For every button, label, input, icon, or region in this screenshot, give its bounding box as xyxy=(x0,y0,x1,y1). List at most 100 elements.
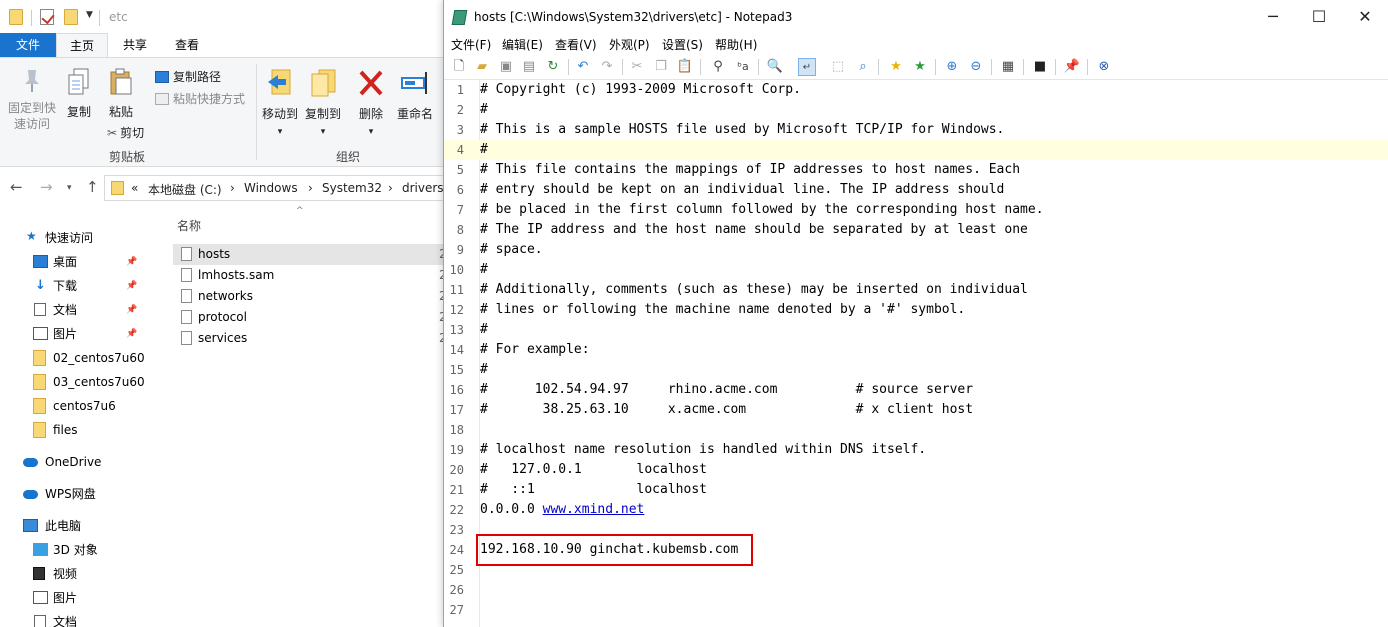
nav-documents-pc[interactable]: 文档 xyxy=(0,611,155,627)
editor-line[interactable]: 10 # xyxy=(444,260,1388,280)
minimize-button[interactable]: ─ xyxy=(1250,0,1296,34)
add-favorite-icon[interactable]: ★ xyxy=(911,58,929,76)
recent-locations-chevron-icon[interactable]: ▾ xyxy=(67,183,72,193)
editor-line[interactable]: 8 # The IP address and the host name shou… xyxy=(444,220,1388,240)
breadcrumb-separator-icon[interactable]: › xyxy=(230,181,235,195)
favorites-icon[interactable]: ★ xyxy=(887,58,905,76)
editor-line[interactable]: 12 # lines or following the machine name … xyxy=(444,300,1388,320)
editor-line[interactable]: 16 # 102.54.94.97 rhino.acme.com # source… xyxy=(444,380,1388,400)
nav-this-pc[interactable]: 此电脑 xyxy=(0,515,155,537)
nav-folder-03-centos[interactable]: 03_centos7u60 xyxy=(0,371,155,393)
find-icon[interactable]: ⚲ xyxy=(709,58,727,76)
file-row-protocol[interactable]: protocol 2 xyxy=(173,307,445,328)
nav-pictures-pc[interactable]: 图片 xyxy=(0,587,155,609)
block-select-icon[interactable]: ⬚ xyxy=(829,58,847,76)
editor-line[interactable]: 27 xyxy=(444,600,1388,620)
editor-line[interactable]: 7 # be placed in the first column followe… xyxy=(444,200,1388,220)
editor-line[interactable]: 4 # xyxy=(444,140,1388,160)
menu-help[interactable]: 帮助(H) xyxy=(715,36,757,53)
nav-documents[interactable]: 文档 📌 xyxy=(0,299,155,321)
menu-appearance[interactable]: 外观(P) xyxy=(609,36,650,53)
maximize-button[interactable]: ☐ xyxy=(1296,0,1342,34)
cut-icon[interactable]: ✂ xyxy=(628,58,646,76)
delete-button[interactable]: 删除 ▾ xyxy=(353,68,389,140)
editor-line[interactable]: 26 xyxy=(444,580,1388,600)
new-file-icon[interactable]: 🗋 xyxy=(450,58,468,76)
paste-shortcut-button[interactable]: 粘贴快捷方式 xyxy=(155,90,245,107)
copy-to-button[interactable]: 复制到 ▾ xyxy=(302,68,344,140)
editor-line[interactable]: 11 # Additionally, comments (such as thes… xyxy=(444,280,1388,300)
editor-line[interactable]: 9 # space. xyxy=(444,240,1388,260)
back-arrow-icon[interactable]: ← xyxy=(10,178,23,196)
properties-icon[interactable] xyxy=(40,9,54,25)
breadcrumb-local-disk[interactable]: 本地磁盘 (C:) xyxy=(148,181,222,198)
redo-icon[interactable]: ↷ xyxy=(598,58,616,76)
menu-edit[interactable]: 编辑(E) xyxy=(502,36,543,53)
editor-line[interactable]: 21 # ::1 localhost xyxy=(444,480,1388,500)
breadcrumb-drivers[interactable]: drivers xyxy=(402,181,444,195)
nav-wps-cloud[interactable]: WPS网盘 xyxy=(0,483,155,505)
text-editor[interactable]: 1 # Copyright (c) 1993-2009 Microsoft Cor… xyxy=(444,80,1388,627)
pin-icon[interactable]: 📌 xyxy=(126,323,137,345)
editor-line[interactable]: 14 # For example: xyxy=(444,340,1388,360)
chevron-down-icon[interactable]: ▼ xyxy=(86,10,93,20)
paste-button[interactable]: 粘贴 xyxy=(103,68,139,120)
editor-line[interactable]: 18 xyxy=(444,420,1388,440)
nav-desktop[interactable]: 桌面 📌 xyxy=(0,251,155,273)
undo-icon[interactable]: ↶ xyxy=(574,58,592,76)
nav-videos[interactable]: 视频 xyxy=(0,563,155,585)
file-row-hosts[interactable]: hosts 2 xyxy=(173,244,445,265)
pin-to-quick-access-button[interactable]: 固定到快 速访问 xyxy=(6,68,58,132)
nav-3d-objects[interactable]: 3D 对象 xyxy=(0,539,155,561)
menu-file[interactable]: 文件(F) xyxy=(451,36,491,53)
find-in-files-icon[interactable]: 🔍 xyxy=(766,58,784,76)
move-to-button[interactable]: 移动到 ▾ xyxy=(259,68,301,140)
nav-folder-centos7u6[interactable]: centos7u6 xyxy=(0,395,155,417)
editor-line[interactable]: 15 # xyxy=(444,360,1388,380)
up-arrow-icon[interactable]: ↑ xyxy=(86,178,99,196)
editor-line[interactable]: 20 # 127.0.0.1 localhost xyxy=(444,460,1388,480)
copy-button[interactable]: 复制 xyxy=(62,68,96,120)
save-as-icon[interactable]: ▤ xyxy=(520,58,538,76)
forward-arrow-icon[interactable]: → xyxy=(40,178,53,196)
copy-path-button[interactable]: 复制路径 xyxy=(155,68,221,85)
replace-icon[interactable]: ᵇa xyxy=(734,58,752,76)
open-folder-icon[interactable]: ▰ xyxy=(473,58,491,76)
file-row-services[interactable]: services 2 xyxy=(173,328,445,349)
reload-icon[interactable]: ↻ xyxy=(544,58,562,76)
address-bar[interactable]: « 本地磁盘 (C:) › Windows › System32 › drive… xyxy=(104,175,445,201)
tab-view[interactable]: 查看 xyxy=(164,33,210,57)
editor-line[interactable]: 3 # This is a sample HOSTS file used by M… xyxy=(444,120,1388,140)
save-icon[interactable]: ▣ xyxy=(497,58,515,76)
breadcrumb-separator-icon[interactable]: › xyxy=(308,181,313,195)
word-wrap-icon[interactable]: ↵ xyxy=(798,58,816,76)
breadcrumb-system32[interactable]: System32 xyxy=(322,181,382,195)
notepad-title-bar[interactable]: hosts [C:\Windows\System32\drivers\etc] … xyxy=(444,0,1388,34)
editor-line[interactable]: 1 # Copyright (c) 1993-2009 Microsoft Cor… xyxy=(444,80,1388,100)
nav-quick-access[interactable]: ★ 快速访问 xyxy=(0,227,155,249)
breadcrumb-windows[interactable]: Windows xyxy=(244,181,298,195)
tab-home[interactable]: 主页 xyxy=(56,33,108,57)
terminal-icon[interactable]: ■ xyxy=(1031,58,1049,76)
editor-line[interactable]: 2 # xyxy=(444,100,1388,120)
editor-line[interactable]: 22 0.0.0.0 www.xmind.net xyxy=(444,500,1388,520)
tab-file[interactable]: 文件 xyxy=(0,33,56,57)
pin-icon[interactable]: 📌 xyxy=(126,299,137,321)
exit-icon[interactable]: ⊗ xyxy=(1095,58,1113,76)
zoom-in-icon[interactable]: ⊕ xyxy=(943,58,961,76)
zoom-out-icon[interactable]: ⊖ xyxy=(967,58,985,76)
rename-button[interactable]: 重命名 xyxy=(393,68,437,122)
editor-line[interactable]: 5 # This file contains the mappings of IP… xyxy=(444,160,1388,180)
file-row-lmhosts[interactable]: lmhosts.sam 2 xyxy=(173,265,445,286)
tab-share[interactable]: 共享 xyxy=(114,33,156,57)
cut-button[interactable]: ✂ 剪切 xyxy=(107,124,144,141)
editor-line[interactable]: 19 # localhost name resolution is handled… xyxy=(444,440,1388,460)
nav-folder-files[interactable]: files xyxy=(0,419,155,441)
scheme-config-icon[interactable]: ▦ xyxy=(999,58,1017,76)
paste-icon[interactable]: 📋 xyxy=(676,58,694,76)
editor-line[interactable]: 6 # entry should be kept on an individual… xyxy=(444,180,1388,200)
hyperlink[interactable]: www.xmind.net xyxy=(543,502,645,517)
editor-line[interactable]: 17 # 38.25.63.10 x.acme.com # x client ho… xyxy=(444,400,1388,420)
new-folder-icon[interactable] xyxy=(64,9,78,25)
menu-view[interactable]: 查看(V) xyxy=(555,36,597,53)
